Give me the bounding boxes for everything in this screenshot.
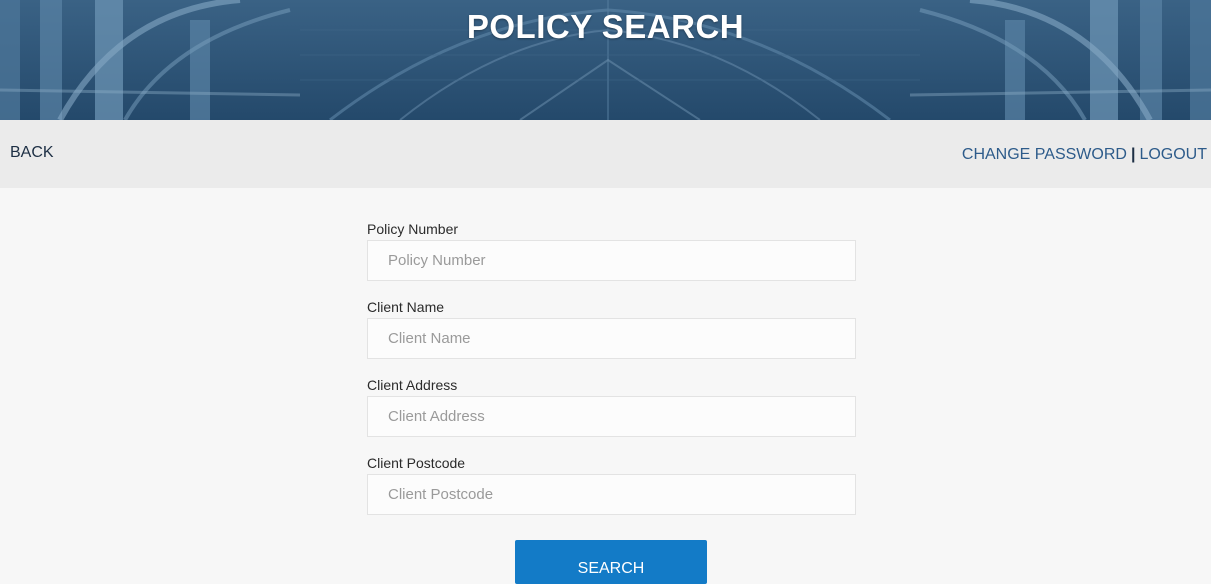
back-link[interactable]: BACK <box>10 144 54 162</box>
header-banner: POLICY SEARCH <box>0 0 1211 120</box>
policy-number-input[interactable] <box>367 240 856 281</box>
nav-separator: | <box>1130 146 1136 163</box>
account-links: CHANGE PASSWORD | LOGOUT <box>962 146 1207 164</box>
client-postcode-input[interactable] <box>367 474 856 515</box>
search-button[interactable]: SEARCH <box>515 540 707 584</box>
client-address-label: Client Address <box>367 377 458 393</box>
client-name-input[interactable] <box>367 318 856 359</box>
logout-link[interactable]: LOGOUT <box>1139 146 1207 163</box>
change-password-link[interactable]: CHANGE PASSWORD <box>962 146 1127 163</box>
client-postcode-label: Client Postcode <box>367 455 466 471</box>
nav-bar: BACK CHANGE PASSWORD | LOGOUT <box>0 120 1211 188</box>
client-name-label: Client Name <box>367 299 445 315</box>
policy-number-label: Policy Number <box>367 221 459 237</box>
policy-search-form: Policy Number Client Name Client Address… <box>367 218 857 530</box>
page-title: POLICY SEARCH <box>466 8 745 45</box>
client-address-input[interactable] <box>367 396 856 437</box>
